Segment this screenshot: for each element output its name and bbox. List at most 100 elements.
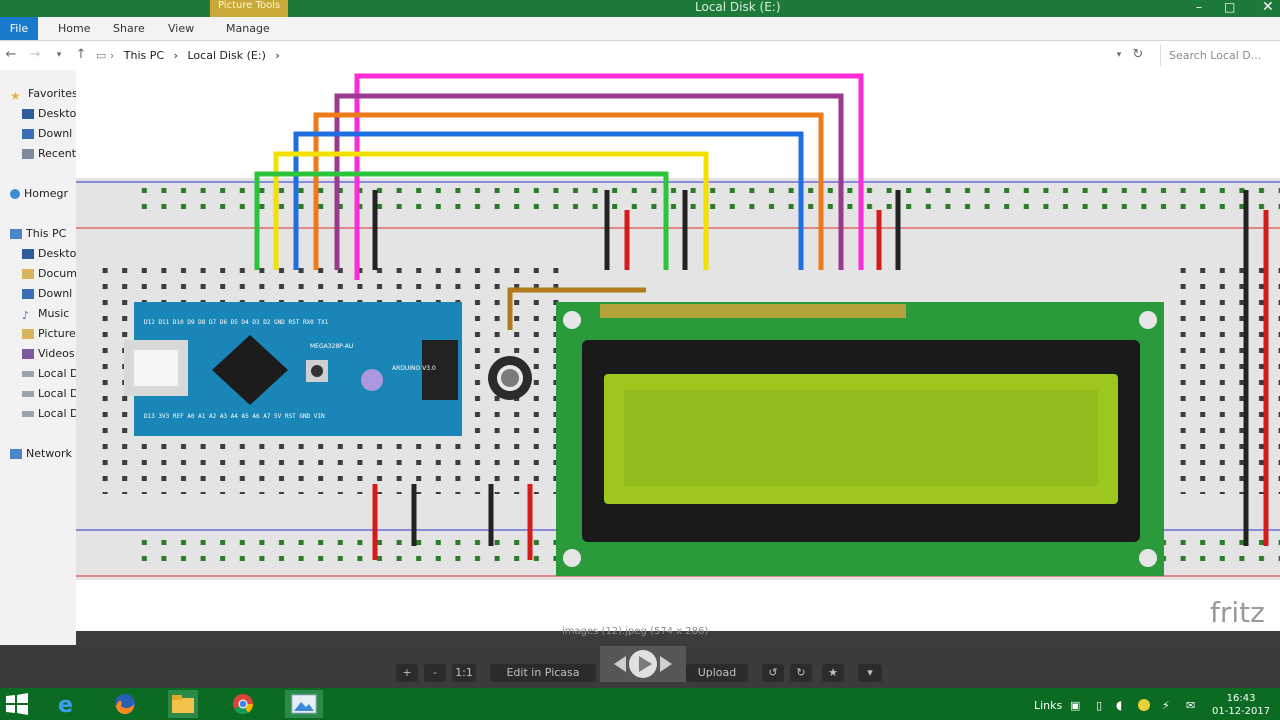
play-slideshow-icon[interactable]	[600, 644, 686, 686]
nav-network[interactable]: Network	[10, 447, 72, 460]
notification-icon[interactable]	[1138, 699, 1150, 711]
nav-label: Docum	[38, 267, 77, 280]
nav-label: This PC	[26, 227, 67, 240]
nav-label: Local D	[38, 367, 79, 380]
nav-pc-downloads[interactable]: Downl	[22, 287, 72, 300]
network-icon	[10, 449, 22, 459]
drive-icon	[22, 391, 34, 397]
nav-local-disk-c[interactable]: Local D	[22, 367, 78, 380]
upload-button[interactable]: Upload	[686, 664, 748, 682]
window-title: Local Disk (E:)	[695, 0, 781, 14]
downloads-icon	[22, 129, 34, 139]
nav-this-pc[interactable]: This PC	[10, 227, 66, 240]
tab-view[interactable]: View	[168, 22, 194, 35]
image-filename: images (12).jpeg (574 x 286)	[562, 626, 709, 637]
back-icon[interactable]: ←	[2, 46, 20, 64]
minimize-icon[interactable]: –	[1196, 0, 1202, 14]
tab-manage[interactable]: Manage	[226, 22, 270, 35]
drive-icon	[22, 371, 34, 377]
nav-label: Deskto	[38, 107, 77, 120]
network-tray-icon[interactable]: ▣	[1070, 699, 1080, 712]
nav-desktop[interactable]: Deskto	[22, 107, 76, 120]
title-bar	[0, 0, 1280, 17]
homegroup-icon	[10, 189, 20, 199]
volume-icon[interactable]: ◖	[1116, 698, 1122, 712]
pictures-icon	[22, 329, 34, 339]
nav-label: Picture	[38, 327, 76, 340]
svg-text:e: e	[58, 693, 73, 716]
more-options-icon[interactable]: ▾	[858, 664, 882, 682]
music-icon: ♪	[22, 309, 30, 322]
tab-file[interactable]: File	[0, 17, 38, 40]
breadcrumb-local-disk[interactable]: Local Disk (E:)	[188, 49, 266, 62]
recent-locations-icon[interactable]: ▾	[50, 46, 68, 64]
nav-homegroup[interactable]: Homegr	[10, 187, 68, 200]
drive-icon: ▭ ›	[96, 49, 115, 62]
rotate-right-icon[interactable]: ↻	[790, 664, 812, 682]
nav-downloads[interactable]: Downl	[22, 127, 72, 140]
file-explorer-icon[interactable]	[168, 690, 198, 718]
up-icon[interactable]: ↑	[72, 46, 90, 64]
arduino-nano: D12 D11 D10 D9 D8 D7 D6 D5 D4 D3 D2 GND …	[124, 302, 462, 436]
chrome-icon[interactable]	[228, 690, 258, 718]
nav-label: Recent	[38, 147, 77, 160]
nav-pc-desktop[interactable]: Deskto	[22, 247, 76, 260]
internet-explorer-icon[interactable]: e	[52, 690, 82, 718]
breadcrumb: ▭ › This PC › Local Disk (E:) ›	[96, 49, 286, 62]
nav-favorites[interactable]: ★ Favorites	[10, 87, 78, 103]
firefox-icon[interactable]	[110, 690, 140, 718]
nav-favorites-label: Favorites	[28, 87, 78, 100]
nav-recent[interactable]: Recent	[22, 147, 76, 160]
refresh-icon[interactable]: ↻	[1129, 46, 1147, 64]
clock-time: 16:43	[1226, 693, 1256, 704]
nav-pictures[interactable]: Picture	[22, 327, 76, 340]
folder-icon	[22, 289, 34, 299]
folder-icon	[22, 269, 34, 279]
nav-videos[interactable]: Videos	[22, 347, 75, 360]
action-center-icon[interactable]: ✉	[1186, 699, 1195, 712]
nav-label: Network	[26, 447, 72, 460]
breadcrumb-separator: ›	[173, 49, 178, 62]
power-tray-icon[interactable]: ⚡	[1162, 699, 1170, 712]
tab-share[interactable]: Share	[113, 22, 145, 35]
address-dropdown-icon[interactable]: ▾	[1110, 46, 1128, 64]
nav-label: Deskto	[38, 247, 77, 260]
zoom-out-button[interactable]: -	[424, 664, 446, 682]
lcd-16x2-module	[556, 302, 1164, 576]
start-windows-icon[interactable]	[2, 690, 32, 718]
ribbon: File Home Share View Manage	[0, 17, 1280, 41]
drive-icon	[22, 411, 34, 417]
nav-label: Local D	[38, 387, 79, 400]
close-icon[interactable]: ✕	[1262, 0, 1274, 14]
photo-viewer-icon[interactable]	[285, 690, 323, 718]
zoom-in-button[interactable]: +	[396, 664, 418, 682]
star-icon[interactable]: ★	[822, 664, 844, 682]
nav-label: Music	[38, 307, 70, 320]
clock-date: 01-12-2017	[1212, 706, 1271, 717]
nav-label: Videos	[38, 347, 75, 360]
nav-documents[interactable]: Docum	[22, 267, 77, 280]
nav-local-disk-d[interactable]: Local D	[22, 387, 78, 400]
breadcrumb-this-pc[interactable]: This PC	[124, 49, 164, 62]
computer-icon	[10, 229, 22, 239]
edit-in-picasa-button[interactable]: Edit in Picasa	[490, 664, 596, 682]
taskbar-clock[interactable]: 16:43 01-12-2017	[1212, 692, 1270, 718]
rotate-left-icon[interactable]: ↺	[762, 664, 784, 682]
board-side-label: ARDUINO V3.0	[392, 365, 436, 372]
maximize-icon[interactable]: □	[1224, 0, 1235, 14]
image-preview[interactable]: D12 D11 D10 D9 D8 D7 D6 D5 D4 D3 D2 GND …	[76, 70, 1280, 631]
nav-local-disk-e[interactable]: Local D	[22, 407, 78, 420]
search-input[interactable]: Search Local D...	[1160, 45, 1274, 66]
nav-music[interactable]: ♪ Music	[22, 307, 70, 322]
links-toolbar[interactable]: Links	[1034, 699, 1062, 712]
nav-label: Downl	[38, 287, 73, 300]
actual-size-button[interactable]: 1:1	[452, 664, 476, 682]
desktop-icon	[22, 109, 34, 119]
address-bar: ← → ▾ ↑ ▭ › This PC › Local Disk (E:) › …	[0, 41, 1280, 71]
tab-home[interactable]: Home	[58, 22, 90, 35]
nav-label: Downl	[38, 127, 73, 140]
fritzing-circuit-image: D12 D11 D10 D9 D8 D7 D6 D5 D4 D3 D2 GND …	[76, 73, 1280, 629]
battery-icon[interactable]: ▯	[1096, 699, 1102, 712]
forward-icon[interactable]: →	[26, 46, 44, 64]
videos-icon	[22, 349, 34, 359]
